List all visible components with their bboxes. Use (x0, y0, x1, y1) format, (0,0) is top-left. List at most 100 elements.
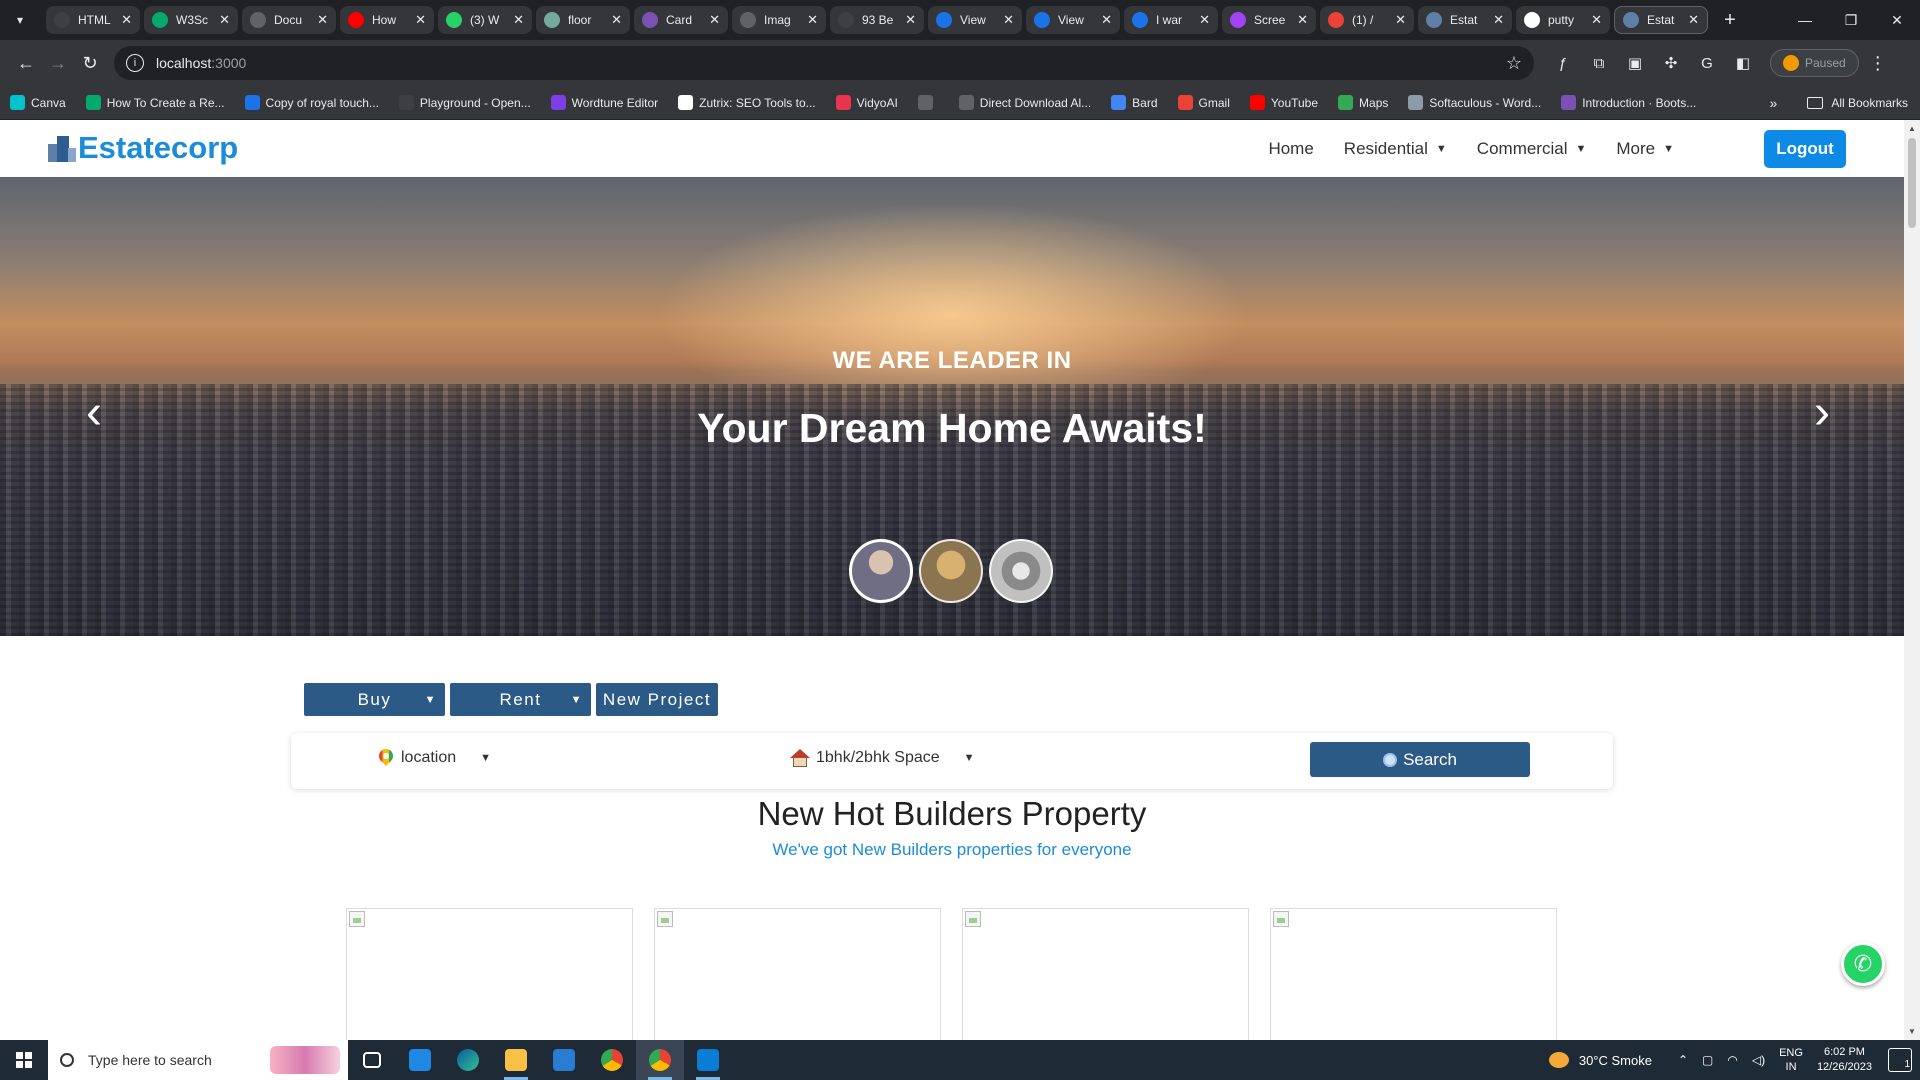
carousel-thumb-2[interactable] (919, 539, 983, 603)
translate-extension-icon[interactable]: ⧉ (1584, 48, 1614, 78)
tray-overflow-icon[interactable]: ⌃ (1678, 1053, 1688, 1067)
close-tab-icon[interactable]: ✕ (905, 12, 916, 28)
browser-tab[interactable]: I war ✕ (1124, 6, 1218, 34)
restore-button[interactable]: ❐ (1828, 0, 1874, 40)
browser-tab[interactable]: (3) W ✕ (438, 6, 532, 34)
clock[interactable]: 6:02 PM 12/26/2023 (1817, 1045, 1872, 1075)
google-extension-icon[interactable]: G (1692, 48, 1722, 78)
bookmark-item[interactable]: Playground - Open... (398, 95, 531, 110)
browser-tab[interactable]: floor ✕ (536, 6, 630, 34)
tab-search-button[interactable]: ▾ (8, 8, 32, 32)
property-card[interactable] (346, 908, 633, 1040)
store-app[interactable] (540, 1040, 588, 1080)
forward-button[interactable]: → (42, 47, 74, 79)
formula-extension-icon[interactable]: ƒ (1548, 48, 1578, 78)
task-view-button[interactable] (348, 1040, 396, 1080)
chrome-app[interactable] (588, 1040, 636, 1080)
close-tab-icon[interactable]: ✕ (611, 12, 622, 28)
nav-commercial[interactable]: Commercial ▼ (1477, 139, 1587, 159)
browser-tab[interactable]: Estat ✕ (1418, 6, 1512, 34)
close-window-button[interactable]: ✕ (1874, 0, 1920, 40)
browser-tab[interactable]: Estat ✕ (1614, 6, 1708, 34)
rent-dropdown[interactable]: Rent ▼ (450, 683, 591, 716)
back-button[interactable]: ← (10, 47, 42, 79)
bookmark-item[interactable]: Canva (10, 95, 66, 110)
close-tab-icon[interactable]: ✕ (1493, 12, 1504, 28)
mail-app[interactable] (396, 1040, 444, 1080)
reload-button[interactable]: ↻ (74, 47, 106, 79)
bookmark-item[interactable]: How To Create a Re... (85, 95, 225, 110)
close-tab-icon[interactable]: ✕ (415, 12, 426, 28)
nav-more[interactable]: More ▼ (1616, 139, 1674, 159)
browser-tab[interactable]: 93 Be ✕ (830, 6, 924, 34)
browser-tab[interactable]: HTML ✕ (46, 6, 140, 34)
close-tab-icon[interactable]: ✕ (1199, 12, 1210, 28)
edge-app[interactable] (444, 1040, 492, 1080)
bookmark-item[interactable]: VidyoAI (835, 95, 898, 110)
brand-logo[interactable]: Estatecorp (48, 130, 238, 166)
bookmark-item[interactable]: Maps (1338, 95, 1388, 110)
side-panel-icon[interactable]: ◧ (1728, 48, 1758, 78)
browser-tab[interactable]: View ✕ (1026, 6, 1120, 34)
nav-home[interactable]: Home (1268, 139, 1313, 159)
bookmark-item[interactable]: Zutrix: SEO Tools to... (678, 95, 816, 110)
close-tab-icon[interactable]: ✕ (1395, 12, 1406, 28)
new-project-button[interactable]: New Project (596, 683, 718, 716)
address-bar[interactable]: i localhost:3000 ☆ (114, 46, 1534, 80)
browser-tab[interactable]: Docu ✕ (242, 6, 336, 34)
logout-button[interactable]: Logout (1764, 130, 1846, 168)
close-tab-icon[interactable]: ✕ (121, 12, 132, 28)
browser-tab[interactable]: View ✕ (928, 6, 1022, 34)
bookmark-item[interactable]: Bard (1111, 95, 1158, 110)
weather-widget[interactable]: 30°C Smoke (1548, 1052, 1652, 1068)
wifi-icon[interactable]: ◠ (1727, 1053, 1737, 1067)
language-indicator[interactable]: ENG IN (1779, 1046, 1803, 1074)
browser-tab[interactable]: W3Sc ✕ (144, 6, 238, 34)
taskbar-search[interactable]: Type here to search (48, 1040, 348, 1080)
close-tab-icon[interactable]: ✕ (219, 12, 230, 28)
scrollbar-thumb[interactable] (1908, 138, 1916, 228)
meet-icon[interactable]: ▢ (1702, 1053, 1713, 1067)
close-tab-icon[interactable]: ✕ (709, 12, 720, 28)
bookmark-item[interactable]: Softaculous - Word... (1408, 95, 1541, 110)
bookmark-item[interactable] (917, 95, 939, 110)
file-explorer-app[interactable] (492, 1040, 540, 1080)
bookmark-item[interactable]: Direct Download Al... (958, 95, 1091, 110)
close-tab-icon[interactable]: ✕ (513, 12, 524, 28)
nav-residential[interactable]: Residential ▼ (1344, 139, 1447, 159)
close-tab-icon[interactable]: ✕ (1688, 12, 1699, 28)
notification-icon[interactable]: 1 (1888, 1048, 1912, 1072)
bookmark-item[interactable]: Introduction · Boots... (1561, 95, 1696, 110)
browser-tab[interactable]: (1) / ✕ (1320, 6, 1414, 34)
search-button[interactable]: Search (1310, 742, 1530, 777)
whatsapp-icon[interactable]: ✆ (1841, 942, 1885, 986)
carousel-prev-icon[interactable]: ‹ (74, 377, 114, 447)
scroll-up-icon[interactable]: ▲ (1908, 124, 1916, 133)
new-tab-button[interactable]: + (1716, 6, 1744, 34)
buy-dropdown[interactable]: Buy ▼ (304, 683, 445, 716)
property-card[interactable] (654, 908, 941, 1040)
start-button[interactable] (0, 1040, 48, 1080)
browser-tab[interactable]: Card ✕ (634, 6, 728, 34)
close-tab-icon[interactable]: ✕ (1003, 12, 1014, 28)
bookmark-item[interactable]: YouTube (1249, 95, 1318, 110)
image-extension-icon[interactable]: ▣ (1620, 48, 1650, 78)
site-info-icon[interactable]: i (126, 54, 144, 72)
carousel-thumb-3[interactable] (989, 539, 1053, 603)
property-card[interactable] (962, 908, 1249, 1040)
close-tab-icon[interactable]: ✕ (1591, 12, 1602, 28)
all-bookmarks-link[interactable]: All Bookmarks (1831, 96, 1908, 110)
scroll-down-icon[interactable]: ▼ (1908, 1027, 1916, 1036)
property-card[interactable] (1270, 908, 1557, 1040)
bookmark-star-icon[interactable]: ☆ (1506, 53, 1522, 74)
close-tab-icon[interactable]: ✕ (1101, 12, 1112, 28)
browser-menu-icon[interactable]: ⋮ (1869, 53, 1887, 74)
vscode-app[interactable] (684, 1040, 732, 1080)
minimize-button[interactable]: — (1782, 0, 1828, 40)
close-tab-icon[interactable]: ✕ (1297, 12, 1308, 28)
page-scrollbar[interactable]: ▲ ▼ (1904, 120, 1920, 1040)
volume-icon[interactable]: ◁) (1752, 1053, 1765, 1067)
extensions-puzzle-icon[interactable]: ✣ (1656, 48, 1686, 78)
profile-button[interactable]: Paused (1770, 49, 1859, 77)
carousel-thumb-1[interactable] (849, 539, 913, 603)
